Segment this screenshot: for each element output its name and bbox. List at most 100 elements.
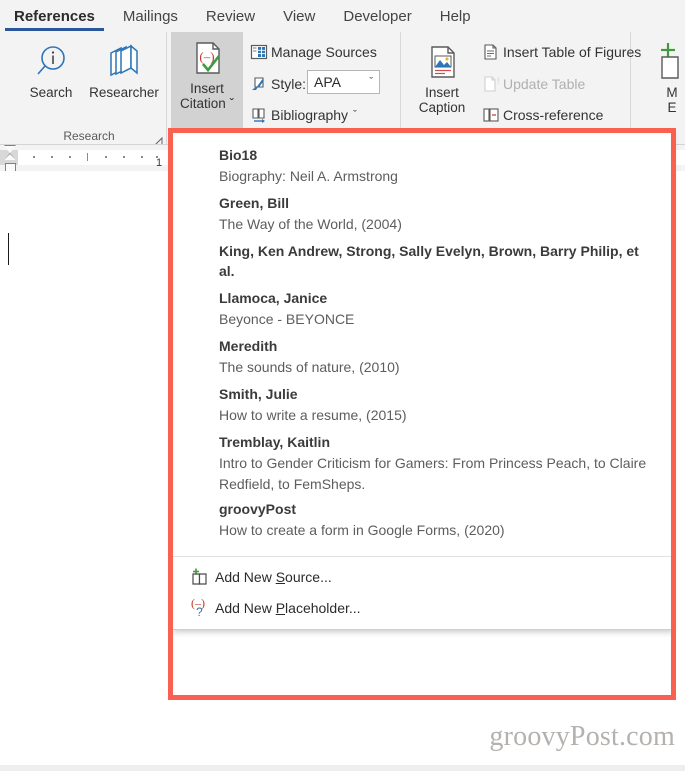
cross-reference-button[interactable]: Cross-reference (479, 102, 603, 128)
style-dropdown[interactable]: APA ˇ (307, 70, 380, 94)
insert-table-of-figures-label: Insert Table of Figures (503, 44, 642, 60)
tab-mailings[interactable]: Mailings (109, 0, 192, 32)
insert-caption-label-line1: Insert (425, 85, 459, 100)
ribbon-group-citations: (–) Insert Citation ˇ Manage Sources Sty… (167, 32, 401, 144)
list-item[interactable]: Tremblay, Kaitlin Intro to Gender Critic… (173, 429, 671, 498)
add-new-source-label: Add New Source... (215, 568, 332, 585)
insert-table-of-figures-button[interactable]: Insert Table of Figures (479, 39, 641, 65)
insert-citation-button[interactable]: (–) Insert Citation ˇ (171, 32, 243, 132)
svg-text:!: ! (497, 76, 500, 86)
ribbon-group-index: M E (631, 32, 685, 144)
search-info-icon (31, 41, 71, 85)
ribbon-group-research-label: Research (63, 129, 115, 143)
source-title (219, 281, 657, 282)
update-table-icon: ! (479, 75, 503, 93)
svg-text:?: ? (196, 605, 203, 618)
tab-mailings-label: Mailings (122, 7, 178, 25)
update-table-button: ! Update Table (479, 71, 585, 97)
list-item[interactable]: Llamoca, Janice Beyonce - BEYONCE (173, 285, 671, 333)
ribbon-body: Search Researcher Research (–) Insert Ci… (0, 32, 685, 145)
source-title: Biography: Neil A. Armstrong (219, 168, 398, 184)
source-author: Tremblay, Kaitlin (219, 434, 330, 450)
insert-caption-label-line2: Caption (418, 100, 466, 115)
citation-source-list: Bio18 Biography: Neil A. Armstrong Green… (173, 132, 671, 554)
tab-help[interactable]: Help (426, 0, 485, 32)
source-title: The sounds of nature, (2010) (219, 359, 400, 375)
source-title: The Way of the World, (2004) (219, 216, 402, 232)
cross-reference-icon (479, 106, 503, 124)
text-cursor (8, 233, 9, 265)
cross-reference-label: Cross-reference (503, 107, 604, 123)
tab-review-label: Review (205, 7, 256, 25)
list-item[interactable]: Green, Bill The Way of the World, (2004) (173, 190, 671, 238)
insert-citation-dropdown-menu: Bio18 Biography: Neil A. Armstrong Green… (172, 132, 672, 630)
manage-sources-label: Manage Sources (271, 44, 377, 60)
source-author: Bio18 (219, 147, 258, 163)
update-table-label: Update Table (503, 76, 586, 92)
insert-citation-icon: (–) (186, 37, 228, 81)
style-value: APA (314, 74, 341, 90)
source-title: Intro to Gender Criticism for Gamers: Fr… (219, 455, 647, 492)
list-item[interactable]: King, Ken Andrew, Strong, Sally Evelyn, … (173, 238, 671, 285)
source-author: Green, Bill (219, 195, 290, 211)
svg-text:(–): (–) (199, 49, 214, 64)
source-title: How to write a resume, (2015) (219, 407, 407, 423)
source-title: How to create a form in Google Forms, (2… (219, 522, 505, 538)
search-button-label: Search (29, 85, 73, 100)
bibliography-label: Bibliography (271, 107, 349, 123)
add-new-placeholder-label: Add New Placeholder... (215, 599, 361, 616)
source-author: Smith, Julie (219, 386, 298, 402)
list-item[interactable]: Meredith The sounds of nature, (2010) (173, 333, 671, 381)
tab-developer[interactable]: Developer (329, 0, 425, 32)
mark-entry-label-line1: M (666, 85, 678, 100)
source-author: groovyPost (219, 501, 297, 517)
style-label: Style: (271, 76, 307, 92)
manage-sources-icon (247, 43, 271, 61)
add-new-placeholder-menu-item[interactable]: (–) ? Add New Placeholder... (173, 592, 671, 623)
left-indent-square-icon[interactable] (5, 163, 16, 171)
bibliography-button[interactable]: Bibliography ˇ (247, 102, 357, 128)
source-title: Beyonce - BEYONCE (219, 311, 355, 327)
insert-caption-button[interactable]: Insert Caption (409, 36, 475, 115)
list-item[interactable]: groovyPost How to create a form in Googl… (173, 498, 671, 544)
source-author: Llamoca, Janice (219, 290, 328, 306)
add-new-source-menu-item[interactable]: Add New Source... (173, 561, 671, 592)
style-label-group: Style: (247, 71, 306, 97)
tab-view[interactable]: View (269, 0, 329, 32)
search-button[interactable]: Search (18, 36, 84, 100)
researcher-button-label: Researcher (89, 85, 159, 100)
source-author: King, Ken Andrew, Strong, Sally Evelyn, … (219, 243, 639, 279)
table-of-figures-icon (479, 43, 503, 61)
mark-entry-label-line2: E (667, 100, 677, 115)
tab-references-label: References (14, 7, 95, 25)
chevron-down-icon[interactable]: ˇ (348, 109, 357, 121)
tab-references[interactable]: References (0, 0, 109, 32)
tab-view-label: View (283, 7, 316, 25)
research-dialog-launcher-icon[interactable] (154, 133, 163, 144)
tab-developer-label: Developer (343, 7, 412, 25)
books-icon (103, 41, 145, 85)
mark-entry-button[interactable]: M E (639, 36, 685, 115)
ribbon-group-research: Search Researcher Research (12, 32, 167, 144)
bottom-bar (0, 765, 685, 771)
add-new-source-icon (185, 567, 215, 587)
watermark: groovyPost.com (489, 721, 675, 752)
chevron-down-icon[interactable]: ˇ (369, 76, 375, 88)
insert-citation-label-line1: Insert (190, 81, 224, 96)
insert-caption-icon (421, 41, 463, 85)
ribbon-tab-strip: References Mailings Review View Develope… (0, 0, 685, 32)
manage-sources-button[interactable]: Manage Sources (247, 39, 377, 65)
style-brush-icon (247, 75, 271, 93)
tab-review[interactable]: Review (192, 0, 269, 32)
add-new-placeholder-icon: (–) ? (185, 598, 215, 618)
citation-menu-actions: Add New Source... (–) ? Add New Placehol… (173, 557, 671, 629)
ruler-number-1: 1 (156, 156, 163, 169)
insert-citation-label-line2: Citation ˇ (179, 96, 235, 111)
word-window: References Mailings Review View Develope… (0, 0, 685, 771)
tab-help-label: Help (439, 7, 471, 25)
researcher-button[interactable]: Researcher (84, 36, 164, 100)
list-item[interactable]: Smith, Julie How to write a resume, (201… (173, 381, 671, 429)
chevron-down-icon[interactable]: ˇ (230, 96, 235, 111)
list-item[interactable]: Bio18 Biography: Neil A. Armstrong (173, 142, 671, 190)
bibliography-icon (247, 106, 271, 124)
